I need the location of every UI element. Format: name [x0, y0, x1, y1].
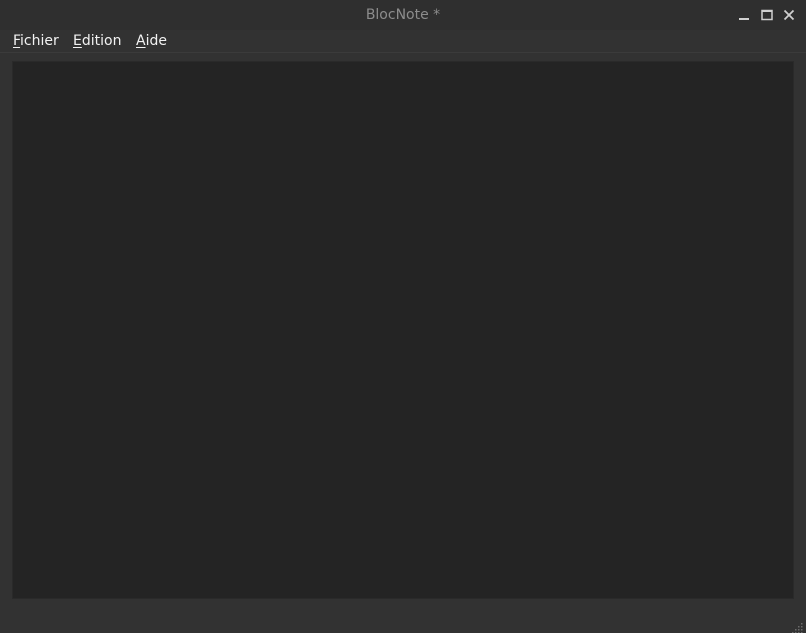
maximize-icon [761, 9, 773, 21]
maximize-button[interactable] [759, 7, 775, 23]
menu-fichier-mnemonic: F [13, 33, 21, 49]
menu-edition-label: dition [81, 33, 122, 49]
minimize-icon [739, 18, 749, 20]
size-grip[interactable] [792, 619, 804, 633]
app-window: BlocNote * Fichier Edition Aide [0, 0, 806, 633]
title-bar[interactable]: BlocNote * [0, 0, 806, 30]
menu-edition[interactable]: Edition [73, 31, 121, 51]
menu-aide-mnemonic: A [136, 33, 146, 49]
menu-fichier[interactable]: Fichier [13, 31, 59, 51]
menubar-separator [0, 52, 806, 53]
text-editor[interactable] [12, 61, 794, 599]
window-title: BlocNote * [365, 7, 441, 23]
close-icon [783, 9, 795, 21]
menu-aide[interactable]: Aide [136, 31, 167, 51]
menu-edition-mnemonic: E [73, 33, 82, 49]
close-button[interactable] [781, 7, 797, 23]
resize-grip-icon [792, 623, 803, 633]
minimize-button[interactable] [736, 7, 752, 23]
menu-aide-label: ide [145, 33, 167, 49]
menu-fichier-label: ichier [20, 33, 59, 49]
menu-bar: Fichier Edition Aide [0, 30, 806, 52]
